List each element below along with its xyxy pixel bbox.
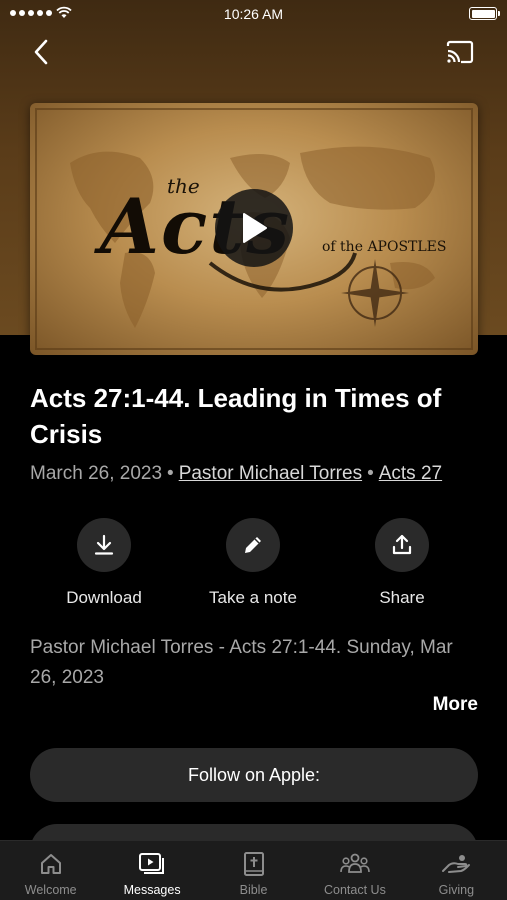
giving-hand-icon: [441, 850, 471, 878]
tab-giving[interactable]: Giving: [406, 841, 507, 900]
home-icon: [39, 850, 63, 878]
meta-separator: •: [367, 463, 374, 484]
tab-contact-us[interactable]: Contact Us: [304, 841, 405, 900]
cast-button[interactable]: [444, 38, 476, 66]
download-circle[interactable]: [77, 518, 131, 572]
video-icon: [138, 850, 166, 878]
tab-label: Contact Us: [324, 883, 386, 897]
back-button[interactable]: [26, 36, 56, 68]
take-note-circle[interactable]: [226, 518, 280, 572]
tab-label: Messages: [123, 883, 181, 897]
tab-label: Bible: [239, 883, 268, 897]
tab-messages[interactable]: Messages: [101, 841, 202, 900]
share-icon: [392, 534, 412, 555]
chevron-left-icon: [34, 39, 48, 65]
status-time: 10:26 AM: [223, 6, 284, 22]
share-circle[interactable]: [375, 518, 429, 572]
tab-bible[interactable]: Bible: [203, 841, 304, 900]
sermon-title: Acts 27:1-44. Leading in Times of Crisis: [30, 383, 442, 449]
take-note-label: Take a note: [209, 588, 297, 607]
share-button[interactable]: Share: [342, 518, 462, 608]
cast-icon: [446, 40, 474, 64]
more-button[interactable]: More: [400, 694, 478, 716]
sermon-meta: March 26, 2023 • Pastor Michael Torres • Act…: [30, 463, 490, 485]
play-icon: [243, 213, 267, 243]
download-button[interactable]: Download: [44, 518, 164, 608]
take-note-button[interactable]: Take a note: [193, 518, 313, 608]
people-icon: [339, 850, 371, 878]
download-label: Download: [66, 588, 142, 607]
artwork-title-sub: of the APOSTLES: [322, 239, 446, 255]
share-label: Share: [379, 588, 425, 607]
sermon-description: Pastor Michael Torres - Acts 27:1-44. Su…: [30, 637, 453, 688]
tab-label: Giving: [438, 883, 475, 897]
tab-bar: Welcome Messages Bible Contact Us Giving: [0, 840, 507, 900]
follow-apple-label: Follow on Apple:: [187, 764, 321, 785]
series-link[interactable]: Acts 27: [379, 463, 442, 484]
speaker-link[interactable]: Pastor Michael Torres: [179, 463, 362, 484]
battery-icon: [469, 7, 500, 20]
follow-apple-button[interactable]: Follow on Apple:: [30, 748, 478, 802]
tab-label: Welcome: [24, 883, 77, 897]
play-button[interactable]: [215, 189, 293, 267]
bible-icon: [243, 850, 265, 878]
download-icon: [94, 534, 114, 555]
meta-separator: •: [167, 463, 174, 484]
pencil-icon: [245, 537, 261, 553]
tab-welcome[interactable]: Welcome: [0, 841, 101, 900]
sermon-date: March 26, 2023: [30, 463, 163, 484]
status-bar: 10:26 AM: [0, 0, 507, 28]
